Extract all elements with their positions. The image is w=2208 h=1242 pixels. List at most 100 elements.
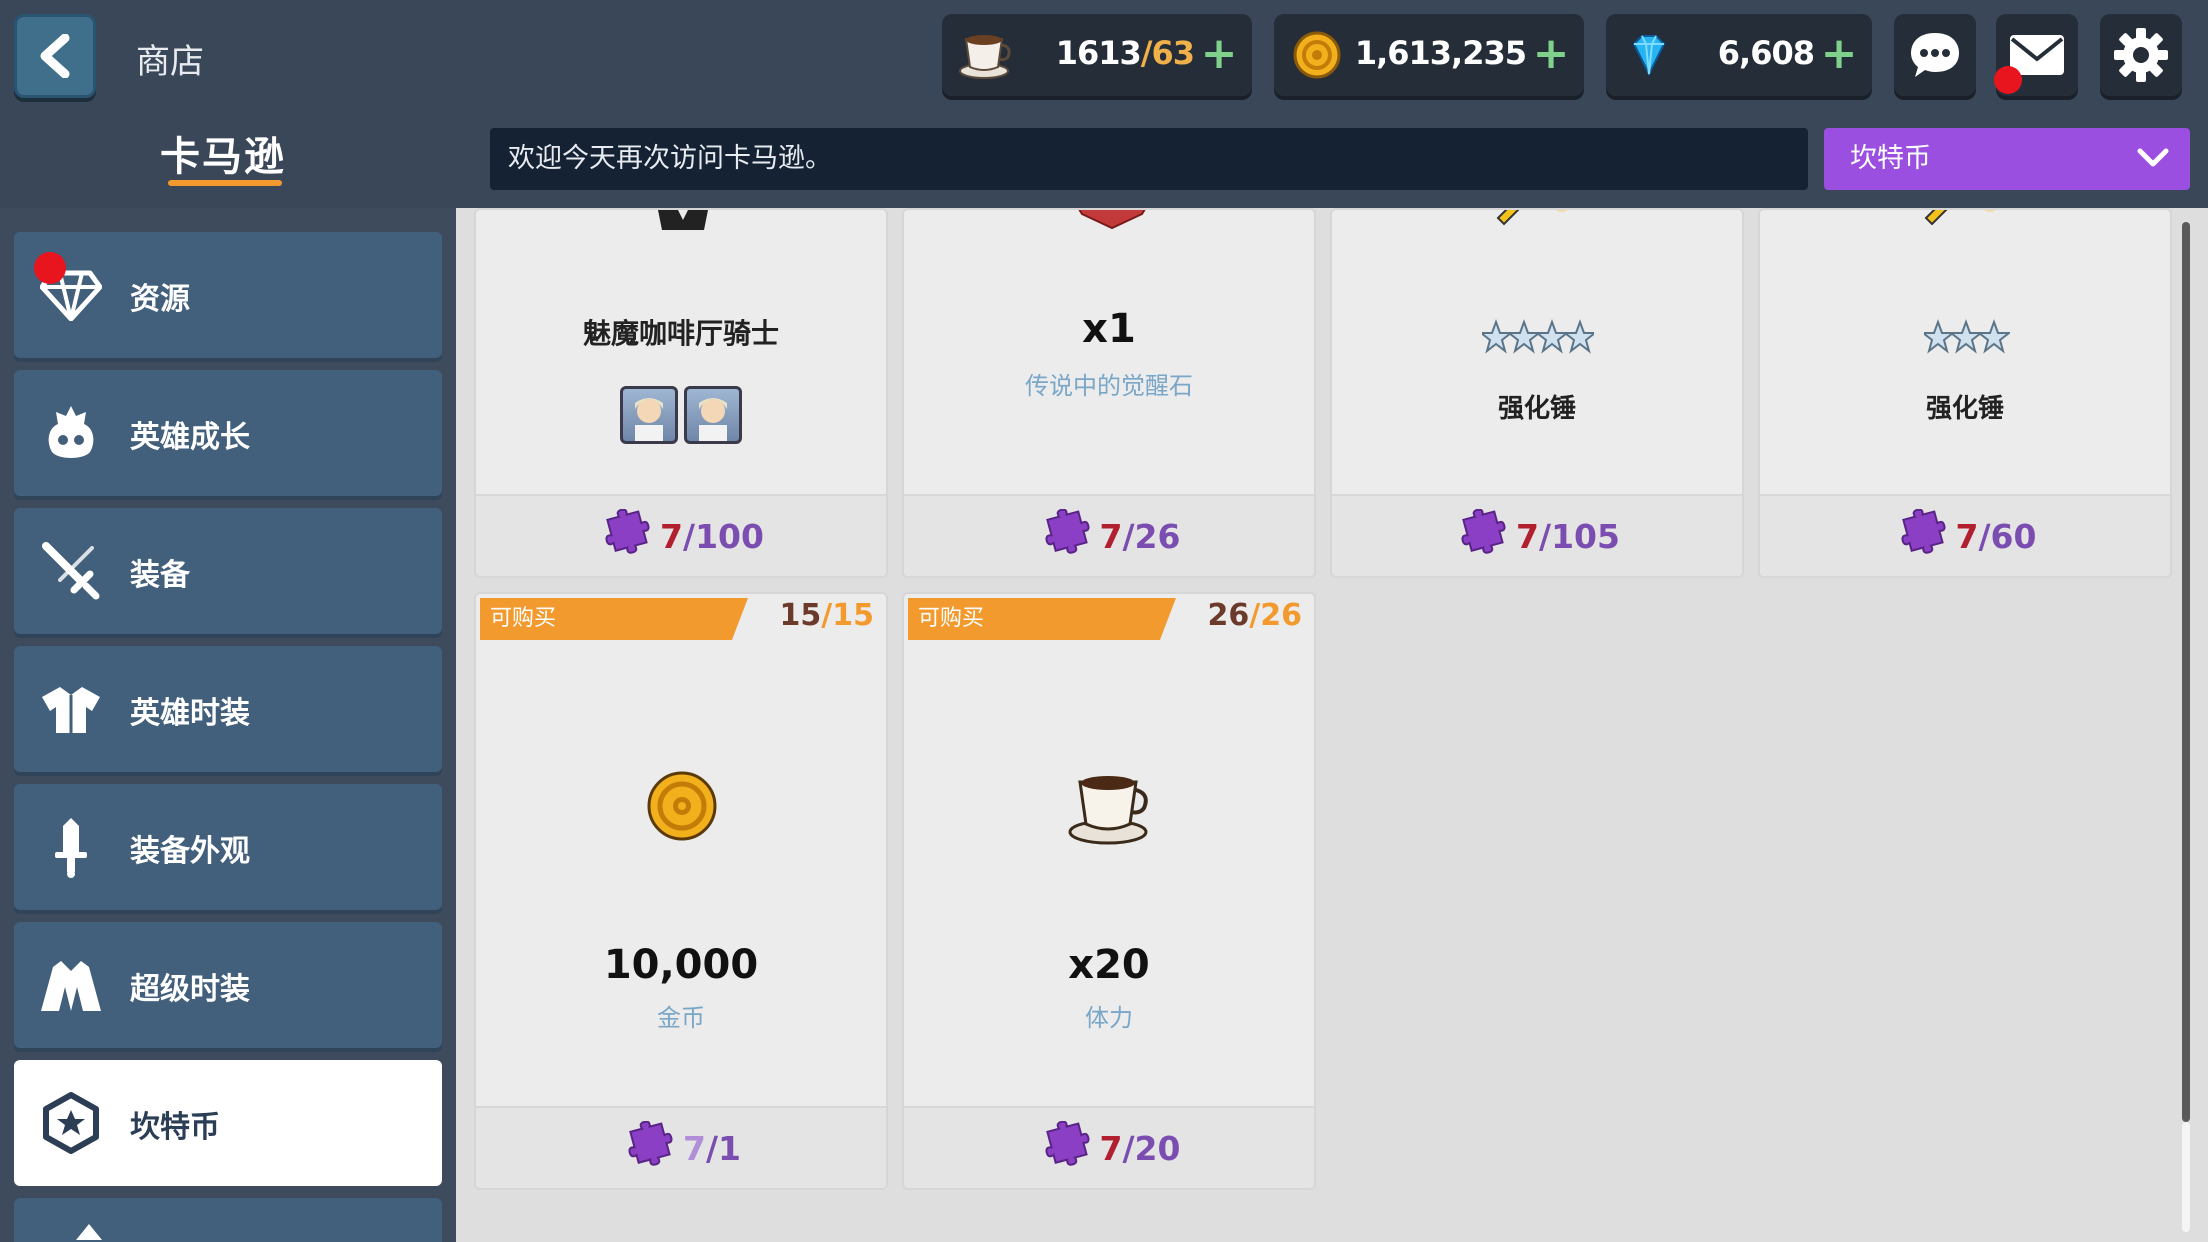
item-price: 7/60 xyxy=(1955,516,2037,556)
item-quantity: x1 xyxy=(1082,306,1136,352)
sidebar-item-label: 坎特币 xyxy=(130,1110,220,1145)
store-header: 卡马逊 欢迎今天再次访问卡马逊。 坎特币 xyxy=(0,112,2208,208)
puzzle-piece-icon xyxy=(1044,1121,1090,1166)
sidebar-item-equipment-skin[interactable]: 装备外观 xyxy=(14,784,442,910)
category-sidebar: 资源 英雄成长 装备 英雄时装 装备外观 超级时装 坎特币 xyxy=(0,208,456,1242)
gold-value: 1,613,235 xyxy=(1354,34,1527,72)
sidebar-item-super-costume[interactable]: 超级时装 xyxy=(14,922,442,1048)
gold-coin-icon xyxy=(1288,26,1346,84)
puzzle-piece-icon xyxy=(628,1121,673,1166)
shop-item-card[interactable]: x1 传说中的觉醒石 7/26 xyxy=(902,208,1316,578)
puzzle-piece-icon xyxy=(605,509,650,554)
item-price: 7/26 xyxy=(1099,516,1181,556)
sidebar-item-label: 装备 xyxy=(130,558,190,593)
top-bar: 商店 1613/63 + 1,613,235 + 6,608 + xyxy=(0,0,2208,112)
item-subtitle: 传说中的觉醒石 xyxy=(1025,372,1193,400)
item-price: 7/20 xyxy=(1099,1128,1181,1168)
sidebar-item-hero-growth[interactable]: 英雄成长 xyxy=(14,370,442,496)
cant-coin-icon xyxy=(38,1090,104,1156)
add-gold-button[interactable]: + xyxy=(1532,28,1570,80)
price-footer: 7/1 xyxy=(476,1106,886,1188)
sidebar-item-label: 资源 xyxy=(130,282,190,317)
coffee-cup-icon xyxy=(956,26,1014,84)
currency-dropdown-value: 坎特币 xyxy=(1850,143,1931,174)
gem-counter[interactable]: 6,608 + xyxy=(1606,14,1872,96)
settings-button[interactable] xyxy=(2100,14,2182,96)
add-gem-button[interactable]: + xyxy=(1820,28,1858,80)
price-footer: 7/105 xyxy=(1332,494,1742,576)
purchasable-tag: 可购买 xyxy=(480,598,748,640)
store-name-underline xyxy=(168,180,282,186)
mail-button[interactable] xyxy=(1994,14,2078,96)
puzzle-piece-icon xyxy=(1461,509,1506,554)
weapon-skin-icon xyxy=(38,814,104,880)
chevron-down-icon xyxy=(2137,148,2169,167)
purchase-count: 26/26 xyxy=(1207,598,1302,633)
shop-item-card[interactable]: 魅魔咖啡厅骑士 7/100 xyxy=(474,208,888,578)
item-subtitle: 金币 xyxy=(657,1004,705,1032)
shop-item-card[interactable]: 可购买 26/26 x20 体力 7/20 xyxy=(902,592,1316,1190)
awakening-stone-icon xyxy=(1078,210,1146,230)
item-name: 强化锤 xyxy=(1925,394,2004,424)
scrollbar-track[interactable] xyxy=(2182,1122,2190,1232)
mail-notification-dot xyxy=(1994,66,2022,94)
super-costume-icon xyxy=(38,952,104,1018)
gold-counter[interactable]: 1,613,235 + xyxy=(1274,14,1584,96)
currency-dropdown[interactable]: 坎特币 xyxy=(1824,128,2190,190)
item-price: 7/100 xyxy=(660,516,764,556)
shop-grid: 魅魔咖啡厅骑士 7/100 x1 传说中的觉醒石 7/26 强化锤 7/105 xyxy=(456,208,2208,1242)
page-title: 商店 xyxy=(136,42,204,82)
sidebar-item-cant-coin[interactable]: 坎特币 xyxy=(14,1060,442,1186)
price-footer: 7/20 xyxy=(904,1106,1314,1188)
sidebar-item-more[interactable] xyxy=(14,1198,442,1242)
price-footer: 7/100 xyxy=(476,494,886,576)
sidebar-item-resources[interactable]: 资源 xyxy=(14,232,442,358)
chat-button[interactable] xyxy=(1894,14,1976,96)
stamina-value: 1613/63 xyxy=(1055,34,1195,72)
chat-bubble-icon xyxy=(1911,33,1959,77)
sidebar-item-label: 英雄成长 xyxy=(130,420,250,455)
costume-item-icon xyxy=(658,210,708,230)
purchasable-tag: 可购买 xyxy=(908,598,1176,640)
stamina-counter[interactable]: 1613/63 + xyxy=(942,14,1252,96)
purchase-limit-banner: 可购买 15/15 xyxy=(476,594,886,642)
item-price: 7/1 xyxy=(683,1128,741,1168)
partial-icon xyxy=(76,1224,102,1240)
item-price: 7/105 xyxy=(1516,516,1620,556)
shop-item-card[interactable]: 可购买 15/15 10,000 金币 7/1 xyxy=(474,592,888,1190)
scrollbar-thumb[interactable] xyxy=(2182,222,2190,1122)
gear-icon xyxy=(2114,28,2168,82)
hero-portrait-2 xyxy=(684,386,742,444)
gem-icon xyxy=(1620,26,1678,84)
shop-item-card[interactable]: 强化锤 7/105 xyxy=(1330,208,1744,578)
item-name: 魅魔咖啡厅骑士 xyxy=(582,317,779,350)
sidebar-item-equipment[interactable]: 装备 xyxy=(14,508,442,634)
back-button[interactable] xyxy=(14,14,96,98)
store-name: 卡马逊 xyxy=(160,134,286,180)
resources-notification-dot xyxy=(34,252,66,284)
puzzle-piece-icon xyxy=(1044,509,1090,554)
hero-portrait-1 xyxy=(620,386,678,444)
item-name: 强化锤 xyxy=(1497,394,1576,424)
add-stamina-button[interactable]: + xyxy=(1200,28,1238,80)
puzzle-piece-icon xyxy=(1900,509,1946,554)
sidebar-item-hero-costume[interactable]: 英雄时装 xyxy=(14,646,442,772)
welcome-message: 欢迎今天再次访问卡马逊。 xyxy=(490,128,1808,190)
hammer-icon xyxy=(1496,210,1568,226)
hammer-icon xyxy=(1924,210,1996,226)
hero-growth-icon xyxy=(38,400,104,466)
star-rating-icon xyxy=(1482,319,1594,354)
item-quantity: 10,000 xyxy=(603,942,759,988)
sidebar-item-label: 英雄时装 xyxy=(130,696,250,731)
purchase-count: 15/15 xyxy=(779,598,874,633)
gold-coin-icon xyxy=(647,771,717,841)
item-subtitle: 体力 xyxy=(1085,1004,1133,1032)
shop-item-card[interactable]: 强化锤 7/60 xyxy=(1758,208,2172,578)
item-quantity: x20 xyxy=(1068,942,1150,988)
price-footer: 7/26 xyxy=(904,494,1314,576)
coffee-cup-icon xyxy=(1068,776,1148,845)
sidebar-item-label: 超级时装 xyxy=(130,972,250,1007)
price-footer: 7/60 xyxy=(1760,494,2170,576)
sword-icon xyxy=(38,538,104,604)
costume-icon xyxy=(38,676,104,742)
